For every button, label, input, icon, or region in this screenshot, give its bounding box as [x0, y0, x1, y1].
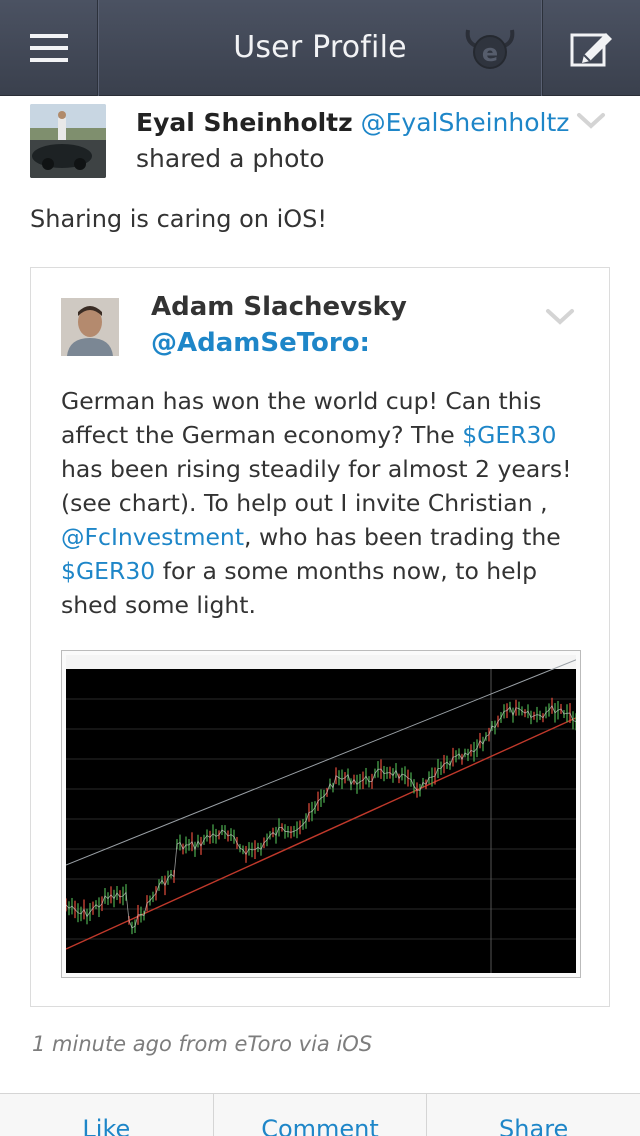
menu-icon — [29, 34, 68, 62]
menu-button[interactable] — [0, 0, 98, 96]
compose-icon — [570, 33, 612, 67]
post-text: Sharing is caring on iOS! — [30, 205, 328, 233]
like-button[interactable]: Like — [0, 1094, 214, 1136]
ger30-link[interactable]: $GER30 — [462, 421, 556, 449]
body-text-2: has been rising steadily for almost 2 ye… — [61, 455, 572, 517]
avatar-photo — [30, 104, 106, 178]
author-name[interactable]: Eyal Sheinholtz — [136, 108, 353, 137]
shared-chart-image[interactable] — [61, 650, 581, 978]
ger30-chart-photo — [66, 655, 576, 973]
author-handle[interactable]: @EyalSheinholtz — [361, 108, 570, 137]
shared-author-avatar[interactable] — [61, 298, 119, 356]
shared-post-body: German has won the world cup! Can this a… — [61, 384, 581, 622]
compose-button[interactable] — [542, 0, 640, 96]
share-button[interactable]: Share — [427, 1094, 640, 1136]
post-author-line: Eyal Sheinholtz @EyalSheinholtz — [136, 108, 569, 137]
post-options-chevron-icon[interactable] — [576, 112, 606, 130]
author-avatar[interactable] — [30, 104, 106, 178]
post-action-text: shared a photo — [136, 144, 325, 173]
comment-button[interactable]: Comment — [214, 1094, 428, 1136]
body-text-3: , who has been trading the — [244, 523, 561, 551]
post-action-bar: Like Comment Share — [0, 1093, 640, 1136]
shared-avatar-photo — [61, 298, 119, 356]
ger30-link-2[interactable]: $GER30 — [61, 557, 155, 585]
top-navigation-bar: User Profile e — [0, 0, 640, 96]
shared-author-handle[interactable]: @AdamSeToro: — [151, 328, 370, 358]
shared-post-card[interactable]: Adam Slachevsky @AdamSeToro: German has … — [30, 267, 610, 1007]
shared-post-options-chevron-icon[interactable] — [545, 308, 575, 326]
svg-text:e: e — [482, 39, 498, 67]
fcinvestment-link[interactable]: @FcInvestment — [61, 523, 244, 551]
post-timestamp: 1 minute ago from eToro via iOS — [32, 1032, 373, 1056]
shared-author-name[interactable]: Adam Slachevsky — [151, 292, 407, 322]
etoro-logo-icon: e — [465, 29, 515, 69]
